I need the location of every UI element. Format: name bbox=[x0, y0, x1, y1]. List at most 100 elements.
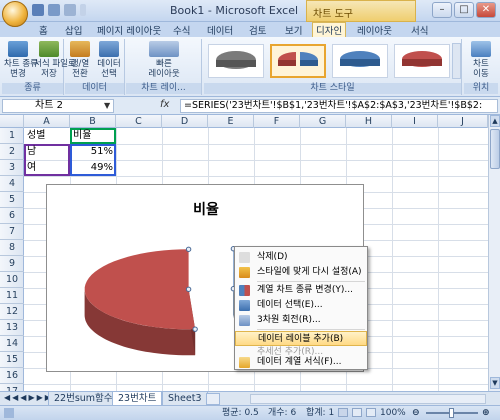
sheet-tab-3[interactable]: Sheet3 bbox=[162, 392, 208, 406]
restore-button[interactable]: □ bbox=[454, 2, 474, 18]
row-header-11[interactable]: 11 bbox=[0, 288, 24, 304]
chart-style-red[interactable] bbox=[394, 44, 450, 78]
row-header-1[interactable]: 1 bbox=[0, 128, 24, 144]
move-chart-button[interactable]: 차트 이동 bbox=[466, 41, 496, 79]
selection-handle[interactable] bbox=[185, 246, 192, 252]
cell-a1[interactable]: 성별 bbox=[24, 128, 48, 144]
col-header-h[interactable]: H bbox=[346, 115, 392, 128]
col-header-i[interactable]: I bbox=[392, 115, 438, 128]
row-header-3[interactable]: 3 bbox=[0, 160, 24, 176]
formula-input[interactable]: =SERIES('23번차트'!$B$1,'23번차트'!$A$2:$A$3,'… bbox=[180, 99, 498, 113]
chart-style-blue[interactable] bbox=[332, 44, 388, 78]
vertical-scrollbar[interactable]: ▲ ▼ bbox=[488, 115, 500, 391]
menu-item-delete[interactable]: 삭제(D) bbox=[235, 250, 367, 265]
minimize-button[interactable]: – bbox=[432, 2, 452, 18]
menu-item-reset-style-label: 스타일에 맞게 다시 설정(A) bbox=[257, 267, 362, 277]
zoom-level[interactable]: 100% bbox=[380, 406, 406, 420]
quick-layout-button[interactable]: 빠른 레이아웃 bbox=[130, 41, 198, 79]
row-header-17[interactable]: 17 bbox=[0, 384, 24, 391]
name-box-dropdown-icon[interactable]: ▼ bbox=[104, 101, 110, 110]
close-button[interactable]: ✕ bbox=[476, 2, 496, 18]
tab-insert[interactable]: 삽입 bbox=[62, 23, 85, 37]
cell-a2[interactable]: 남 bbox=[24, 144, 39, 160]
cell-b2[interactable]: 51% bbox=[70, 144, 116, 160]
row-header-6[interactable]: 6 bbox=[0, 208, 24, 224]
col-header-b[interactable]: B bbox=[70, 115, 116, 128]
tab-format[interactable]: 서식 bbox=[408, 23, 431, 37]
office-button[interactable] bbox=[2, 1, 28, 27]
tab-home[interactable]: 홈 bbox=[36, 23, 51, 37]
col-header-c[interactable]: C bbox=[116, 115, 162, 128]
group-location: 차트 이동 위치 bbox=[464, 39, 498, 95]
gridline bbox=[392, 128, 393, 391]
cell-b1[interactable]: 비율 bbox=[70, 128, 94, 144]
save-template-button[interactable]: 서식 파일로 저장 bbox=[34, 41, 76, 79]
select-data-button[interactable]: 데이터 선택 bbox=[95, 41, 123, 79]
undo-icon[interactable] bbox=[48, 4, 60, 16]
macro-record-icon[interactable] bbox=[4, 408, 14, 418]
sheet-tab-22[interactable]: 22번sum함수 bbox=[48, 392, 119, 406]
menu-separator bbox=[257, 329, 365, 330]
tab-layout[interactable]: 레이아웃 bbox=[354, 23, 395, 37]
scroll-thumb[interactable] bbox=[490, 129, 500, 169]
row-header-14[interactable]: 14 bbox=[0, 336, 24, 352]
col-header-f[interactable]: F bbox=[254, 115, 300, 128]
tab-data[interactable]: 데이터 bbox=[204, 23, 236, 37]
row-header-9[interactable]: 9 bbox=[0, 256, 24, 272]
save-icon[interactable] bbox=[32, 4, 44, 16]
tab-formulas[interactable]: 수식 bbox=[170, 23, 193, 37]
menu-item-select-data[interactable]: 데이터 선택(E)... bbox=[235, 298, 367, 313]
menu-item-reset-style[interactable]: 스타일에 맞게 다시 설정(A) bbox=[235, 265, 367, 280]
col-header-e[interactable]: E bbox=[208, 115, 254, 128]
insert-function-button[interactable]: fx bbox=[160, 99, 169, 110]
menu-item-change-chart-type[interactable]: 계열 차트 종류 변경(Y)... bbox=[235, 283, 367, 298]
row-header-4[interactable]: 4 bbox=[0, 176, 24, 192]
cell-b3[interactable]: 49% bbox=[70, 160, 116, 176]
page-break-view-icon[interactable] bbox=[366, 408, 376, 417]
row-header-16[interactable]: 16 bbox=[0, 368, 24, 384]
redo-icon[interactable] bbox=[64, 4, 76, 16]
selection-handle[interactable] bbox=[185, 286, 192, 292]
page-layout-view-icon[interactable] bbox=[352, 408, 362, 417]
tab-design[interactable]: 디자인 bbox=[312, 22, 347, 37]
row-header-12[interactable]: 12 bbox=[0, 304, 24, 320]
ribbon: 차트 종류 변경 서식 파일로 저장 종류 행/열 전환 데이터 선택 데이터 … bbox=[0, 37, 500, 97]
col-header-d[interactable]: D bbox=[162, 115, 208, 128]
tab-view[interactable]: 보기 bbox=[282, 23, 305, 37]
tab-page-layout[interactable]: 페이지 레이아웃 bbox=[94, 23, 164, 37]
scroll-down-icon[interactable]: ▼ bbox=[490, 377, 500, 389]
menu-item-add-data-labels[interactable]: 데이터 레이블 추가(B) bbox=[235, 331, 367, 346]
row-header-10[interactable]: 10 bbox=[0, 272, 24, 288]
normal-view-icon[interactable] bbox=[338, 408, 348, 417]
chart-style-gray[interactable] bbox=[208, 44, 264, 78]
chart-style-selected[interactable] bbox=[270, 44, 326, 78]
tab-review[interactable]: 검토 bbox=[246, 23, 269, 37]
menu-item-format-series[interactable]: 데이터 계열 서식(F)... bbox=[235, 355, 367, 370]
styles-scroll[interactable] bbox=[452, 43, 461, 79]
menu-item-3d-rotation[interactable]: 3차원 회전(R)... bbox=[235, 313, 367, 328]
change-chart-type-button[interactable]: 차트 종류 변경 bbox=[4, 41, 38, 79]
col-header-a[interactable]: A bbox=[24, 115, 70, 128]
zoom-slider-thumb[interactable] bbox=[449, 408, 454, 418]
row-header-8[interactable]: 8 bbox=[0, 240, 24, 256]
sheet-tab-23[interactable]: 23번차트 bbox=[112, 392, 163, 406]
selection-handle[interactable] bbox=[192, 326, 198, 332]
zoom-in-icon[interactable]: ⊕ bbox=[482, 406, 490, 420]
row-header-15[interactable]: 15 bbox=[0, 352, 24, 368]
col-header-j[interactable]: J bbox=[438, 115, 488, 128]
horizontal-scrollbar[interactable] bbox=[250, 394, 486, 404]
sheet-nav-icons[interactable]: ◀◀◀▶▶▶ bbox=[4, 393, 53, 402]
select-all-corner[interactable] bbox=[0, 115, 24, 128]
cell-a3[interactable]: 여 bbox=[24, 160, 39, 176]
insert-sheet-icon[interactable] bbox=[206, 393, 220, 405]
col-header-g[interactable]: G bbox=[300, 115, 346, 128]
zoom-out-icon[interactable]: ⊖ bbox=[412, 406, 420, 420]
row-header-2[interactable]: 2 bbox=[0, 144, 24, 160]
switch-row-column-button[interactable]: 행/열 전환 bbox=[67, 41, 93, 79]
row-header-13[interactable]: 13 bbox=[0, 320, 24, 336]
row-header-7[interactable]: 7 bbox=[0, 224, 24, 240]
row-header-5[interactable]: 5 bbox=[0, 192, 24, 208]
name-box[interactable]: 차트 2 bbox=[2, 99, 114, 113]
qat-dropdown-icon[interactable] bbox=[80, 4, 86, 16]
scroll-up-icon[interactable]: ▲ bbox=[490, 115, 500, 127]
